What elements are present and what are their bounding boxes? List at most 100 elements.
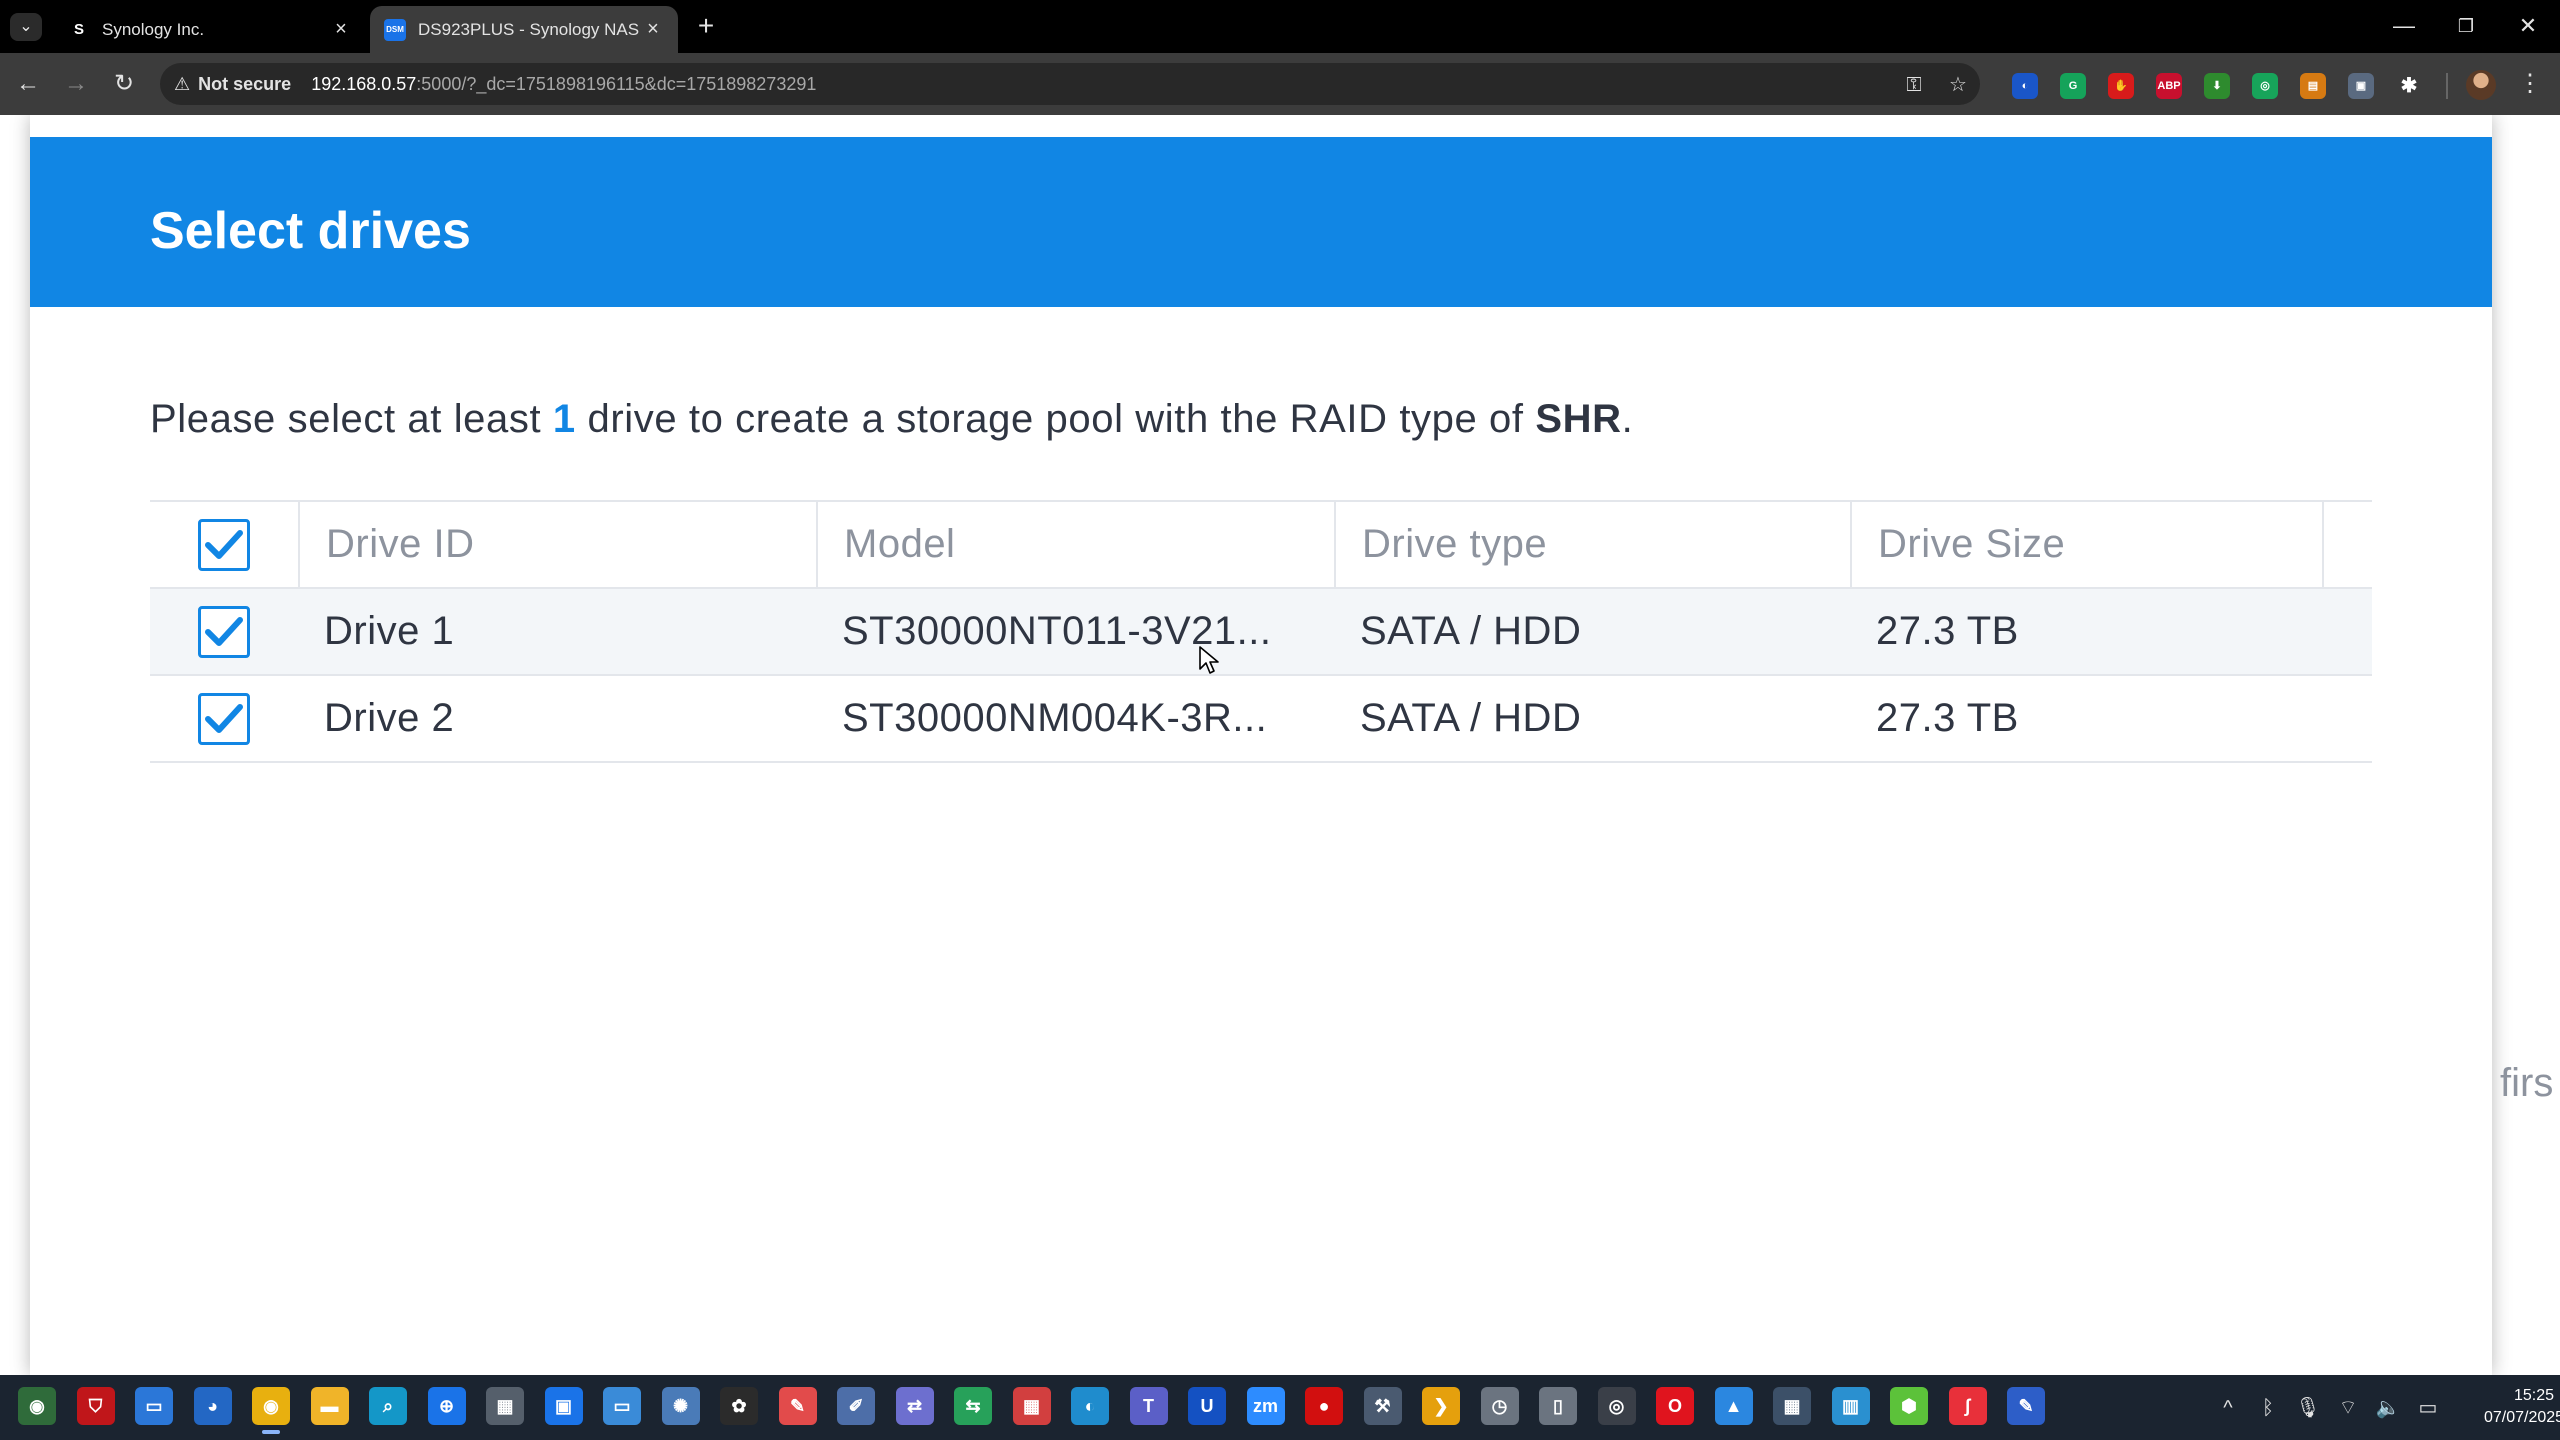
not-secure-warning-icon[interactable]: ⚠ [174,74,190,95]
column-header-model[interactable]: Model [816,502,1334,587]
record-icon[interactable]: ● [1305,1387,1343,1425]
grammarly-extension-icon[interactable]: G [2060,73,2086,99]
adblock-extension-icon[interactable]: ABP [2156,73,2182,99]
tab-close-icon[interactable]: × [642,18,664,41]
clock-date: 07/07/2025 [2484,1409,2560,1426]
battery-icon[interactable]: ▭ [2412,1393,2444,1423]
download-extension-icon[interactable]: ⬇ [2204,73,2230,99]
cube-icon[interactable]: ⬢ [1890,1387,1928,1425]
calculator-icon[interactable]: ▦ [1773,1387,1811,1425]
store-icon[interactable]: ▣ [544,1387,583,1425]
tab-close-icon[interactable]: × [330,18,352,41]
paint-icon[interactable]: ✎ [2007,1387,2045,1425]
calendar-icon[interactable]: ▦ [1012,1387,1051,1425]
select-all-checkbox[interactable] [198,518,250,571]
zoom-icon[interactable]: zm [1246,1387,1285,1425]
teams-icon[interactable]: T [1129,1387,1168,1425]
forward-arrow-icon[interactable]: → [58,66,94,102]
drive-id-cell: Drive 2 [324,696,455,740]
instruction-middle: drive to create a storage pool with the … [575,397,1536,441]
antivirus-icon[interactable]: ⛉ [76,1387,115,1425]
key-icon[interactable]: ⚿ [1900,71,1928,99]
row-select-cell [150,589,298,674]
column-header-filler [2322,502,2372,587]
background-text-fragment: firs [2500,1061,2554,1105]
notes-icon[interactable]: ✐ [837,1387,875,1425]
back-arrow-icon[interactable]: ← [10,66,46,102]
reload-icon[interactable]: ↻ [106,66,142,102]
window-icon[interactable]: ▭ [135,1387,173,1425]
edge-icon[interactable]: ◐ [1071,1387,1109,1425]
drive-1-checkbox[interactable] [198,605,250,658]
system-clock[interactable]: 15:25 07/07/2025 [2484,1385,2560,1429]
keyboard-icon[interactable]: ▦ [486,1387,524,1425]
tab-synology-inc[interactable]: S Synology Inc. × [54,6,366,53]
clipboard-icon[interactable]: ✎ [778,1387,817,1425]
model-cell: ST30000NT011-3V21... [842,609,1272,653]
table-row[interactable]: Drive 1 ST30000NT011-3V21... SATA / HDD … [150,589,2372,676]
obs-icon[interactable]: ◎ [1597,1387,1636,1425]
equalizer-icon[interactable]: ▥ [1831,1387,1870,1425]
tab-search-chevron-down-icon[interactable]: ⌄ [10,13,42,41]
table-row[interactable]: Drive 2 ST30000NM004K-3R... SATA / HDD 2… [150,676,2372,763]
search-app-icon[interactable]: ⌕ [369,1387,407,1425]
tab-ds923plus[interactable]: DSM DS923PLUS - Synology NAS × [370,6,678,53]
start-icon[interactable]: ◉ [18,1387,56,1425]
remote-icon[interactable]: ▭ [603,1387,641,1425]
drive-size-cell: 27.3 TB [1876,609,2019,653]
acrobat-icon[interactable]: ʃ [1948,1387,1987,1425]
folder-icon[interactable]: ▬ [310,1387,349,1425]
chatgpt-icon[interactable]: ✿ [720,1387,758,1425]
address-bar[interactable]: ⚠ Not secure 192.168.0.57:5000/?_dc=1751… [160,63,1980,105]
bluetooth-icon[interactable]: ᛒ [2252,1393,2284,1423]
profile-avatar[interactable] [2466,70,2496,100]
phone-icon[interactable]: ▯ [1539,1387,1577,1425]
security-label[interactable]: Not secure [198,74,291,95]
vpn-icon[interactable]: ⇄ [895,1387,934,1425]
thunderbird-icon[interactable]: ◕ [193,1387,232,1425]
microphone-icon[interactable]: 🎙 [2292,1393,2324,1423]
windows-taskbar: ◉ ⛉ ▭ ◕ ◉ ▬ ⌕ ⊕ ▦ ▣ ▭ ✺ ✿ ✎ ✐ ⇄ ⇆ ▦ ◐ T Uzm ● ⚒ ❯ ◷ ▯ ◎ O ▲ ▦ ▥ ⬢ ʃ ✎ ^ ᛒ 🎙… [0,1375,2560,1440]
clock-app-icon[interactable]: ◷ [1480,1387,1519,1425]
drive-type-cell: SATA / HDD [1360,609,1582,653]
column-header-drive-type[interactable]: Drive type [1334,502,1850,587]
mouse-pointer-icon [1199,646,1219,674]
restore-window-icon[interactable]: ❐ [2442,8,2490,44]
chrome-icon[interactable]: ◉ [252,1387,290,1434]
record-extension-icon[interactable]: ◎ [2252,73,2278,99]
column-header-drive-size[interactable]: Drive Size [1850,502,2322,587]
url-path: :5000/?_dc=1751898196115&dc=175189827329… [416,73,817,94]
column-header-drive-id[interactable]: Drive ID [298,502,816,587]
dialog-header: Select drives [30,137,2492,307]
browser-menu-icon[interactable]: ⋮ [2516,68,2544,100]
magnifier-icon[interactable]: ⊕ [427,1387,466,1425]
notes-extension-icon[interactable]: ▤ [2300,73,2326,99]
u-icon[interactable]: U [1188,1387,1226,1425]
tools-icon[interactable]: ⚒ [1363,1387,1402,1425]
photos-icon[interactable]: ▲ [1714,1387,1753,1425]
dsm-favicon-icon: DSM [384,18,406,41]
close-window-icon[interactable]: ✕ [2504,8,2552,44]
network-icon[interactable]: ✺ [661,1387,700,1425]
screen-extension-icon[interactable]: ▣ [2348,73,2374,99]
puzzle-extensions-icon[interactable]: ✱ [2396,73,2422,99]
table-header-row: Drive ID Model Drive type Drive Size [150,502,2372,589]
tab-title: Synology Inc. [102,19,205,39]
opera-icon[interactable]: O [1656,1387,1694,1425]
drive-size-cell: 27.3 TB [1876,696,2019,740]
minimum-drive-count: 1 [552,397,576,441]
drive-2-checkbox[interactable] [198,692,250,745]
show-hidden-icons-icon[interactable]: ^ [2212,1393,2244,1423]
instruction-suffix: . [1621,397,1634,441]
minimize-window-icon[interactable]: — [2380,8,2428,44]
clock-time: 15:25 [2513,1387,2554,1404]
transfer-icon[interactable]: ⇆ [954,1387,992,1425]
star-icon[interactable]: ☆ [1944,71,1972,99]
instruction-text: Please select at least 1 drive to create… [150,397,1633,442]
translate-extension-icon[interactable]: ◐ [2012,73,2038,99]
stop-extension-icon[interactable]: ✋ [2108,73,2134,99]
new-tab-plus-icon[interactable]: + [690,10,722,42]
wifi-icon[interactable]: ⌔ [2332,1393,2364,1423]
plex-icon[interactable]: ❯ [1422,1387,1460,1425]
volume-icon[interactable]: 🔈 [2372,1393,2404,1423]
